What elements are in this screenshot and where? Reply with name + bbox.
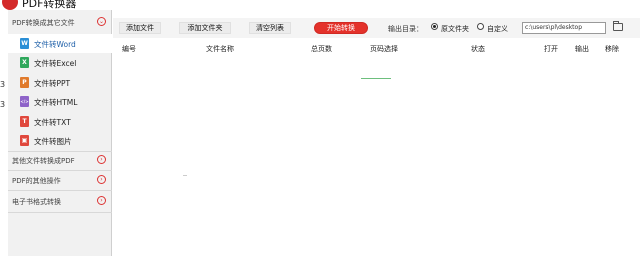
add-folder-button[interactable]: 添加文件夹 — [179, 22, 231, 34]
radio-original-folder[interactable] — [431, 23, 438, 30]
file-table-header: 编号 文件名称 总页数 页码选择 状态 打开 输出 移除 — [113, 42, 640, 54]
divider — [8, 212, 112, 213]
clear-list-button[interactable]: 清空列表 — [249, 22, 291, 34]
column-header-status: 状态 — [471, 45, 485, 53]
radio-custom[interactable] — [477, 23, 484, 30]
radio-original-label: 原文件夹 — [441, 25, 469, 33]
word-icon: W — [20, 38, 29, 49]
column-header-number: 编号 — [122, 45, 136, 53]
start-convert-button[interactable]: 开始转换 — [314, 22, 368, 34]
section-other-to-pdf[interactable]: 其他文件转换成PDF › — [8, 151, 112, 169]
section-pdf-to-other[interactable]: PDF转换成其它文件 ⌄ — [8, 13, 112, 31]
sidebar-item-word[interactable]: W 文件转Word — [8, 34, 112, 54]
app-logo-icon — [2, 0, 18, 10]
sidebar-item-label: 文件转图片 — [34, 136, 72, 146]
output-path-field[interactable]: c:\users\pl\desktop — [522, 22, 606, 34]
column-header-pages: 总页数 — [311, 45, 332, 53]
sidebar-item-ppt[interactable]: P 文件转PPT — [8, 73, 112, 92]
txt-icon: T — [20, 115, 29, 127]
section-label: 电子书格式转换 — [12, 198, 61, 206]
sidebar-item-label: 文件转TXT — [34, 117, 71, 127]
edge-text: 3 — [0, 100, 6, 109]
divider — [8, 190, 112, 191]
file-table-body[interactable] — [113, 54, 640, 256]
render-artifact — [361, 78, 391, 79]
sidebar-item-image[interactable]: ▣ 文件转图片 — [8, 131, 112, 150]
section-label: PDF的其他操作 — [12, 177, 61, 185]
sidebar-item-txt[interactable]: T 文件转TXT — [8, 112, 112, 131]
html-icon: </> — [20, 96, 29, 108]
add-file-button[interactable]: 添加文件 — [119, 22, 161, 34]
ppt-icon: P — [20, 76, 29, 88]
app-title: PDF转换器 — [22, 0, 77, 10]
toolbar: 添加文件 添加文件夹 清空列表 开始转换 输出目录： 原文件夹 自定义 c:\u… — [113, 18, 640, 38]
image-icon: ▣ — [20, 134, 29, 146]
section-ebook-convert[interactable]: 电子书格式转换 › — [8, 192, 112, 210]
sidebar: PDF转换成其它文件 ⌄ W 文件转Word X 文件转Excel P 文件转P… — [8, 10, 112, 256]
edge-text: 3 — [0, 80, 6, 89]
column-header-open: 打开 — [544, 45, 558, 53]
conversion-list: W 文件转Word X 文件转Excel P 文件转PPT </> 文件转HTM… — [8, 34, 112, 150]
folder-browse-icon[interactable] — [613, 21, 623, 31]
chevron-down-icon[interactable]: ⌄ — [97, 17, 106, 26]
chevron-right-icon[interactable]: › — [97, 196, 106, 205]
column-header-remove: 移除 — [605, 45, 619, 53]
chevron-right-icon[interactable]: › — [97, 175, 106, 184]
chevron-right-icon[interactable]: › — [97, 155, 106, 164]
column-header-output: 输出 — [575, 45, 589, 53]
sidebar-item-label: 文件转Excel — [34, 59, 77, 69]
column-header-page-select: 页码选择 — [370, 45, 398, 53]
sidebar-item-label: 文件转PPT — [34, 78, 71, 88]
sidebar-item-html[interactable]: </> 文件转HTML — [8, 92, 112, 111]
output-dir-label: 输出目录： — [388, 25, 423, 33]
section-label: PDF转换成其它文件 — [12, 19, 75, 27]
sidebar-item-excel[interactable]: X 文件转Excel — [8, 53, 112, 72]
background-window-edge: 3 3 — [0, 10, 8, 256]
sidebar-item-label: 文件转Word — [34, 40, 76, 49]
app-window: PDF转换器 3 3 PDF转换成其它文件 ⌄ W 文件转Word X 文件转E… — [0, 0, 640, 256]
radio-custom-label: 自定义 — [487, 25, 508, 33]
column-header-filename: 文件名称 — [206, 45, 234, 53]
render-artifact — [183, 175, 187, 176]
section-label: 其他文件转换成PDF — [12, 157, 75, 165]
section-pdf-other-ops[interactable]: PDF的其他操作 › — [8, 171, 112, 189]
title-bar: PDF转换器 — [0, 0, 640, 10]
sidebar-item-label: 文件转HTML — [34, 98, 78, 108]
excel-icon: X — [20, 57, 29, 69]
